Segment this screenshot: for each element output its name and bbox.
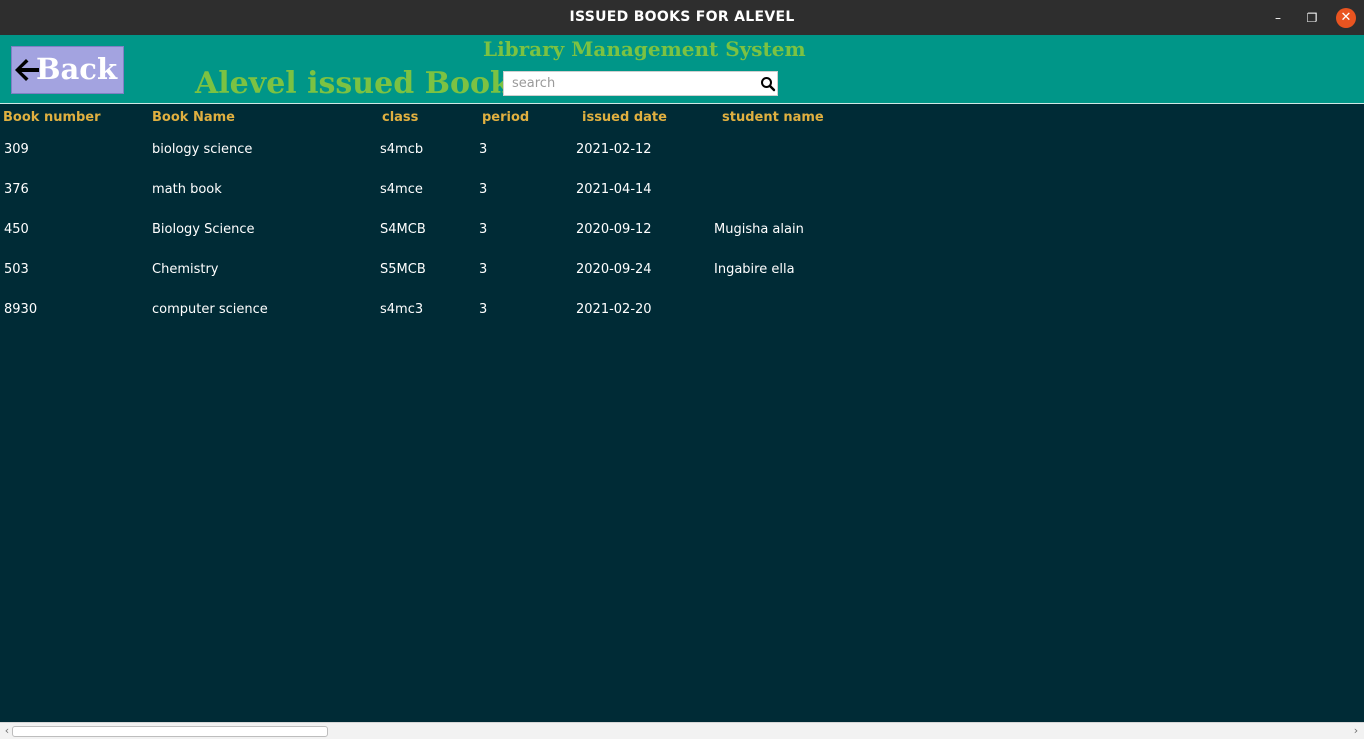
column-header-period[interactable]: period bbox=[482, 109, 529, 127]
maximize-icon[interactable]: ❐ bbox=[1302, 8, 1322, 28]
search-icon[interactable] bbox=[760, 76, 776, 92]
header-divider bbox=[0, 103, 1364, 104]
column-header-class[interactable]: class bbox=[382, 109, 418, 127]
app-title: Library Management System bbox=[483, 37, 806, 61]
cell-class: s4mce bbox=[380, 182, 423, 197]
scrollbar-thumb[interactable] bbox=[12, 726, 328, 737]
cell-book-name: Chemistry bbox=[152, 262, 219, 277]
column-header-book-name[interactable]: Book Name bbox=[152, 109, 235, 127]
cell-student-name: Mugisha alain bbox=[714, 222, 804, 237]
chevron-right-icon[interactable]: › bbox=[1351, 724, 1361, 738]
cell-issued-date: 2020-09-24 bbox=[576, 262, 652, 277]
cell-issued-date: 2021-02-12 bbox=[576, 142, 652, 157]
cell-class: S4MCB bbox=[380, 222, 426, 237]
cell-class: S5MCB bbox=[380, 262, 426, 277]
cell-book-name: biology science bbox=[152, 142, 253, 157]
horizontal-scrollbar[interactable]: ‹ › bbox=[0, 722, 1364, 739]
column-header-student-name[interactable]: student name bbox=[722, 109, 824, 127]
column-header-book-number[interactable]: Book number bbox=[3, 109, 101, 127]
cell-book-name: Biology Science bbox=[152, 222, 255, 237]
cell-book-number: 450 bbox=[4, 222, 29, 237]
cell-period: 3 bbox=[479, 182, 488, 197]
cell-period: 3 bbox=[479, 222, 488, 237]
title-bar: ISSUED BOOKS FOR ALEVEL – ❐ ✕ bbox=[0, 0, 1364, 35]
search-input[interactable] bbox=[504, 72, 754, 95]
cell-period: 3 bbox=[479, 142, 488, 157]
cell-book-number: 376 bbox=[4, 182, 29, 197]
cell-class: s4mcb bbox=[380, 142, 424, 157]
cell-book-number: 309 bbox=[4, 142, 29, 157]
back-button-label: Back bbox=[36, 52, 118, 86]
cell-period: 3 bbox=[479, 262, 488, 277]
cell-book-number: 503 bbox=[4, 262, 29, 277]
cell-student-name: Ingabire ella bbox=[714, 262, 795, 277]
cell-class: s4mc3 bbox=[380, 302, 424, 317]
chevron-left-icon[interactable]: ‹ bbox=[2, 724, 12, 738]
window-title: ISSUED BOOKS FOR ALEVEL bbox=[569, 9, 795, 25]
cell-book-number: 8930 bbox=[4, 302, 38, 317]
cell-issued-date: 2020-09-12 bbox=[576, 222, 652, 237]
cell-issued-date: 2021-02-20 bbox=[576, 302, 652, 317]
close-icon[interactable]: ✕ bbox=[1336, 8, 1356, 28]
back-button[interactable]: Back bbox=[11, 46, 124, 94]
cell-issued-date: 2021-04-14 bbox=[576, 182, 652, 197]
cell-period: 3 bbox=[479, 302, 488, 317]
search-box bbox=[503, 71, 778, 96]
page-title: Alevel issued Books bbox=[195, 66, 528, 101]
cell-book-name: math book bbox=[152, 182, 222, 197]
cell-book-name: computer science bbox=[152, 302, 268, 317]
minimize-icon[interactable]: – bbox=[1268, 8, 1288, 28]
column-header-issued-date[interactable]: issued date bbox=[582, 109, 667, 127]
